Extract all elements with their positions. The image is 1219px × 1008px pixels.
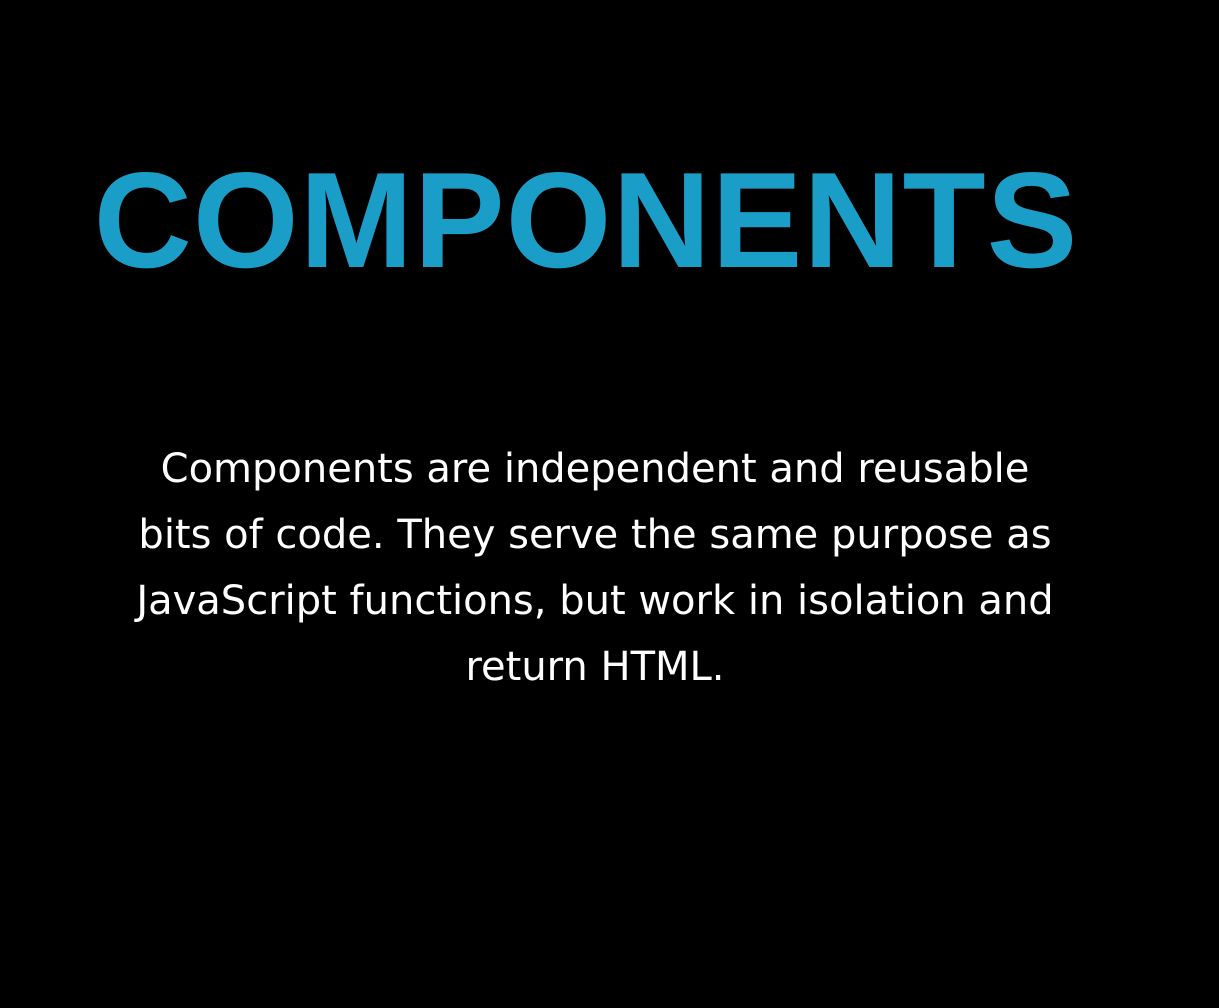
slide-title: COMPONENTS <box>93 144 1079 296</box>
slide: COMPONENTS Components are independent an… <box>0 0 1219 1008</box>
slide-body-text: Components are independent and reusable … <box>136 446 1054 690</box>
